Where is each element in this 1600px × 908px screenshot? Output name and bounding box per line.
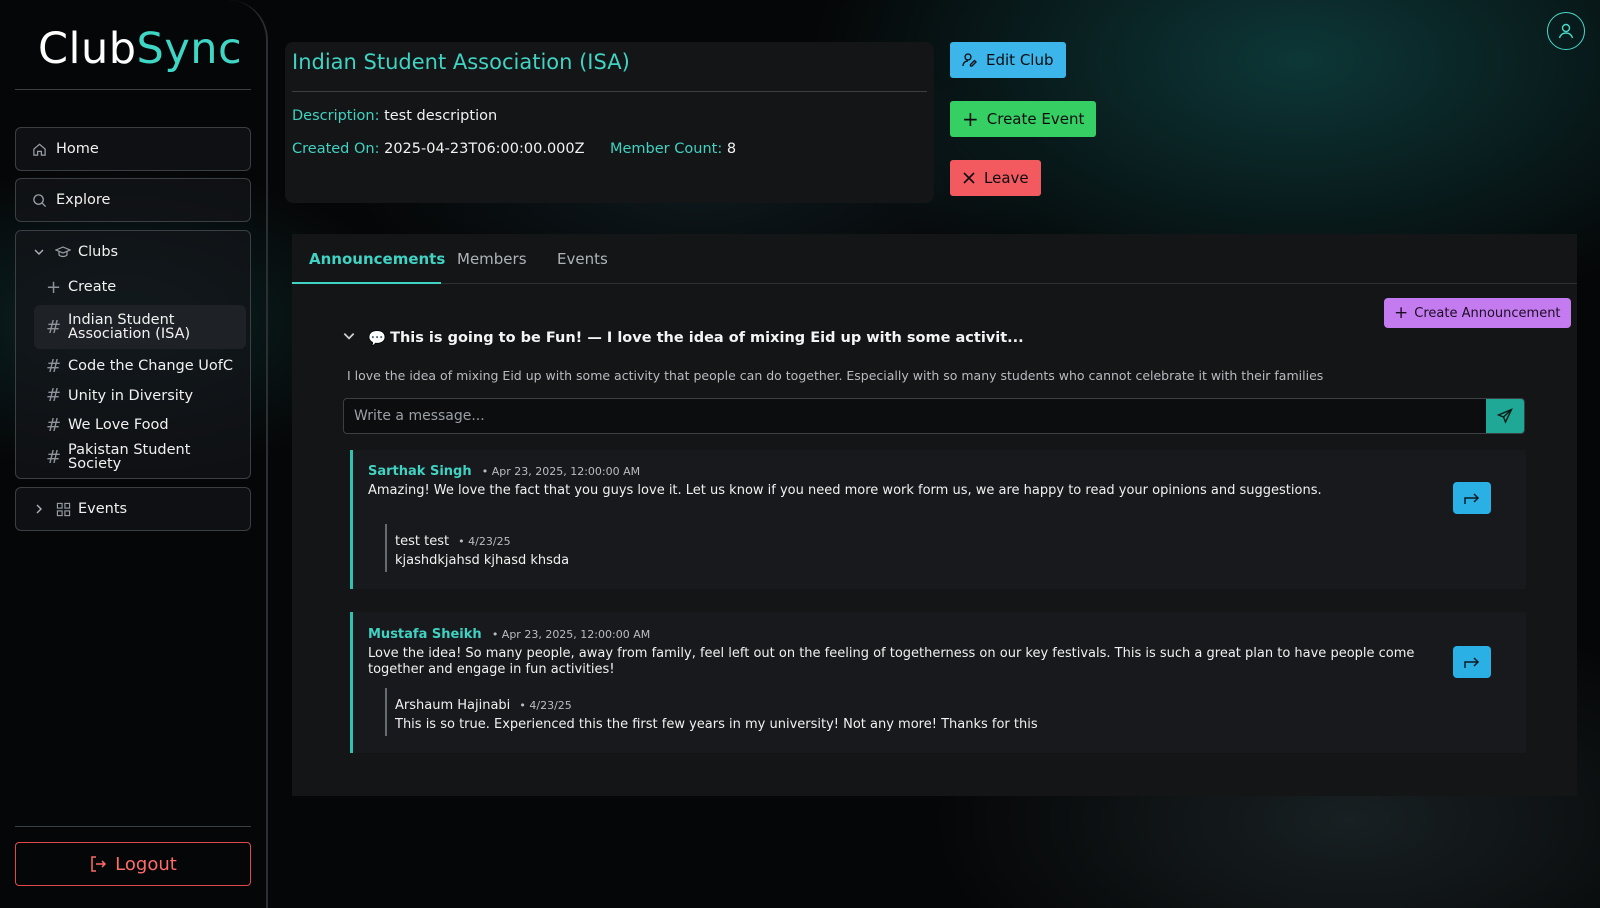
comment-timestamp: • Apr 23, 2025, 12:00:00 AM — [491, 628, 651, 641]
club-tabs-panel: Announcements Members Events + Create An… — [292, 234, 1577, 796]
chevron-right-icon[interactable] — [32, 500, 46, 518]
sidebar-item-clubs[interactable]: Clubs — [16, 231, 250, 273]
create-event-button[interactable]: + Create Event — [950, 101, 1097, 137]
announcement-title: This is going to be Fun! — I love the id… — [390, 330, 1024, 346]
reply: test test • 4/23/25 kjashdkjahsd kjhasd … — [385, 524, 569, 572]
comment: Sarthak Singh • Apr 23, 2025, 12:00:00 A… — [350, 450, 1526, 589]
card-divider — [292, 91, 927, 92]
reply-text: This is so true. Experienced this the fi… — [395, 717, 1038, 732]
sidebar-item-club[interactable]: # We Love Food — [16, 410, 250, 440]
sidebar-divider — [15, 826, 251, 827]
sidebar-clubs-group: Clubs + Create # Indian Student Associat… — [15, 230, 251, 479]
send-icon — [1497, 408, 1513, 424]
comment: Mustafa Sheikh • Apr 23, 2025, 12:00:00 … — [350, 612, 1526, 753]
comment-author[interactable]: Sarthak Singh — [368, 464, 472, 479]
message-composer — [343, 398, 1525, 434]
grid-icon — [54, 500, 72, 518]
comment-header: Sarthak Singh • Apr 23, 2025, 12:00:00 A… — [368, 464, 640, 479]
comment-text: Amazing! We love the fact that you guys … — [368, 483, 1322, 498]
user-icon — [1556, 21, 1576, 41]
sidebar-item-label: Indian Student Association (ISA) — [68, 312, 191, 342]
logout-button[interactable]: Logout — [15, 842, 251, 886]
graduation-cap-icon — [54, 243, 72, 261]
sidebar-item-events[interactable]: Events — [15, 487, 251, 531]
user-edit-icon — [962, 52, 978, 68]
sidebar-item-label: Events — [78, 501, 128, 517]
sidebar-divider — [15, 89, 251, 90]
announcement-body: I love the idea of mixing Eid up with so… — [347, 368, 1324, 383]
sidebar-item-label: We Love Food — [68, 417, 169, 433]
sidebar-item-label: Pakistan Student Society — [68, 442, 191, 472]
tab-members[interactable]: Members — [457, 250, 527, 268]
reply-button[interactable] — [1453, 482, 1491, 514]
share-arrow-icon — [1463, 490, 1481, 506]
reply-button[interactable] — [1453, 646, 1491, 678]
reply-timestamp: • 4/23/25 — [519, 699, 572, 712]
tab-events[interactable]: Events — [557, 250, 608, 268]
tab-bar: Announcements Members Events — [292, 234, 1577, 284]
sidebar-item-home[interactable]: Home — [15, 127, 251, 171]
user-avatar[interactable] — [1547, 12, 1585, 50]
plus-icon: + — [46, 276, 62, 298]
share-arrow-icon — [1463, 654, 1481, 670]
sidebar-item-label: Create — [68, 279, 117, 295]
hash-icon: # — [46, 414, 62, 436]
send-button[interactable] — [1486, 399, 1524, 433]
club-title: Indian Student Association (ISA) — [292, 50, 630, 74]
plus-icon: + — [1394, 303, 1409, 323]
club-member-count: Member Count: 8 — [610, 141, 737, 157]
active-tab-indicator — [292, 282, 441, 284]
comment-text: Love the idea! So many people, away from… — [368, 646, 1415, 677]
hash-icon: # — [46, 385, 62, 406]
message-input[interactable] — [344, 399, 1486, 433]
edit-club-button[interactable]: Edit Club — [950, 42, 1066, 78]
sidebar-item-club[interactable]: # Code the Change UofC — [16, 351, 250, 381]
reply-author[interactable]: test test — [395, 534, 449, 549]
home-icon — [30, 140, 48, 158]
sidebar-item-label: Home — [56, 141, 99, 157]
reply: Arshaum Hajinabi • 4/23/25 This is so tr… — [385, 688, 1038, 736]
sidebar-item-label: Code the Change UofC — [68, 358, 233, 374]
announcement-header[interactable]: 💬 This is going to be Fun! — I love the … — [342, 329, 1024, 347]
sidebar-item-club[interactable]: # Unity in Diversity — [16, 381, 250, 410]
club-info-card: Indian Student Association (ISA) Descrip… — [285, 42, 934, 203]
sidebar-item-label: Clubs — [78, 244, 119, 260]
speech-bubble-icon: 💬 — [368, 330, 387, 347]
reply-timestamp: • 4/23/25 — [458, 535, 511, 548]
logout-label: Logout — [115, 853, 177, 875]
hash-icon: # — [46, 316, 62, 338]
sidebar-item-label: Unity in Diversity — [68, 387, 194, 404]
close-icon — [962, 171, 976, 185]
sidebar-item-create-club[interactable]: + Create — [16, 273, 250, 301]
sidebar-item-club[interactable]: # Indian Student Association (ISA) — [34, 305, 246, 349]
comment-author[interactable]: Mustafa Sheikh — [368, 627, 482, 642]
leave-club-button[interactable]: Leave — [950, 160, 1041, 196]
sidebar-item-label: Explore — [56, 192, 111, 208]
hash-icon: # — [46, 355, 62, 377]
plus-icon: + — [962, 107, 979, 131]
comment-header: Mustafa Sheikh • Apr 23, 2025, 12:00:00 … — [368, 627, 650, 642]
search-icon — [30, 191, 48, 209]
reply-author[interactable]: Arshaum Hajinabi — [395, 698, 510, 713]
create-announcement-button[interactable]: + Create Announcement — [1384, 298, 1571, 328]
chevron-down-icon[interactable] — [342, 329, 368, 347]
hash-icon: # — [46, 446, 62, 468]
app-logo[interactable]: ClubSync — [38, 24, 242, 74]
comment-timestamp: • Apr 23, 2025, 12:00:00 AM — [481, 465, 641, 478]
sidebar-item-explore[interactable]: Explore — [15, 178, 251, 222]
tab-announcements[interactable]: Announcements — [309, 250, 445, 268]
logout-icon — [89, 855, 107, 873]
club-description: Description: test description — [292, 108, 498, 124]
sidebar: ClubSync Home Explore Clubs + Create # I… — [0, 0, 268, 908]
sidebar-item-club[interactable]: # Pakistan Student Society — [16, 440, 250, 474]
club-created-on: Created On: 2025-04-23T06:00:00.000Z — [292, 141, 585, 157]
reply-text: kjashdkjahsd kjhasd khsda — [395, 553, 570, 568]
chevron-down-icon[interactable] — [32, 243, 46, 261]
